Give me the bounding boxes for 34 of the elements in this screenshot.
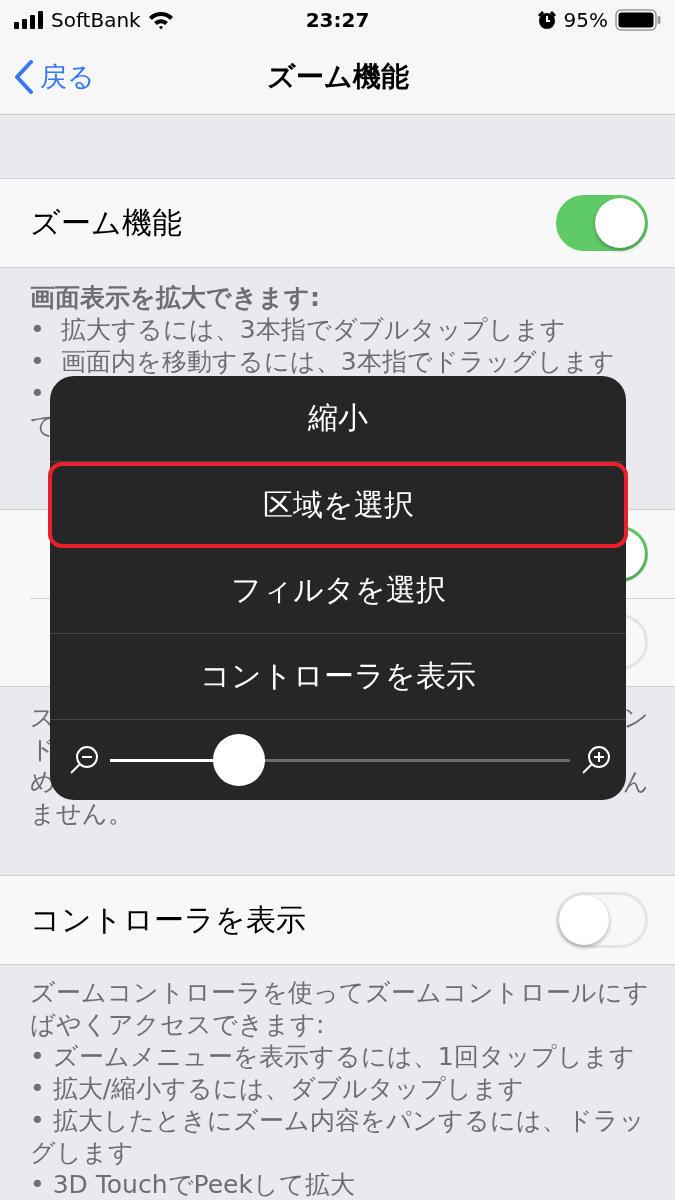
battery-icon xyxy=(615,9,661,31)
footer-text: ズームコントローラを使ってズームコントロールにす xyxy=(30,977,649,1009)
footer-text: • ズームメニューを表示するには、1回タップします xyxy=(30,1041,635,1073)
menu-item[interactable]: コントローラを表示 xyxy=(50,634,626,720)
chevron-left-icon xyxy=(14,60,34,94)
back-button[interactable]: 戻る xyxy=(14,59,95,95)
footer-text: • 拡大したときにズーム内容をパンするには、ドラッ xyxy=(30,1105,645,1137)
footer-text: • 3D TouchでPeekして拡大 xyxy=(30,1169,355,1200)
footer-text: • 画面内を移動するには、3本指でドラッグします xyxy=(30,346,615,378)
menu-item[interactable]: 区域を選択 xyxy=(48,462,628,548)
footer-text: グします xyxy=(30,1137,134,1169)
row-label: ズーム機能 xyxy=(30,203,182,242)
footer-heading: 画面表示を拡大できます: xyxy=(30,282,320,314)
footer-text: ん xyxy=(623,766,649,798)
page-title: ズーム機能 xyxy=(266,60,409,93)
alarm-icon xyxy=(536,10,557,30)
signal-icon xyxy=(14,11,44,29)
footer-text: ません。 xyxy=(30,798,133,830)
footer-text: ド xyxy=(30,734,56,766)
carrier-name: SoftBank xyxy=(51,8,141,32)
menu-item[interactable]: フィルタを選択 xyxy=(50,548,626,634)
toggle-switch[interactable] xyxy=(556,195,648,251)
clock-time: 23:27 xyxy=(305,8,370,32)
zoom-out-icon[interactable] xyxy=(68,744,100,776)
footer-text: ばやくアクセスできます: xyxy=(30,1009,325,1041)
row-label: コントローラを表示 xyxy=(30,900,306,939)
footer-text: ン xyxy=(623,702,649,734)
battery-percent: 95% xyxy=(563,8,608,32)
menu-item[interactable]: 縮小 xyxy=(50,376,626,462)
wifi-icon xyxy=(147,10,174,30)
zoom-in-icon[interactable] xyxy=(580,744,612,776)
footer-text: • 拡大/縮小するには、ダブルタップします xyxy=(30,1073,525,1105)
footer-text: • 拡大するには、3本指でダブルタップします xyxy=(30,314,566,346)
footer-text: • xyxy=(30,378,45,410)
